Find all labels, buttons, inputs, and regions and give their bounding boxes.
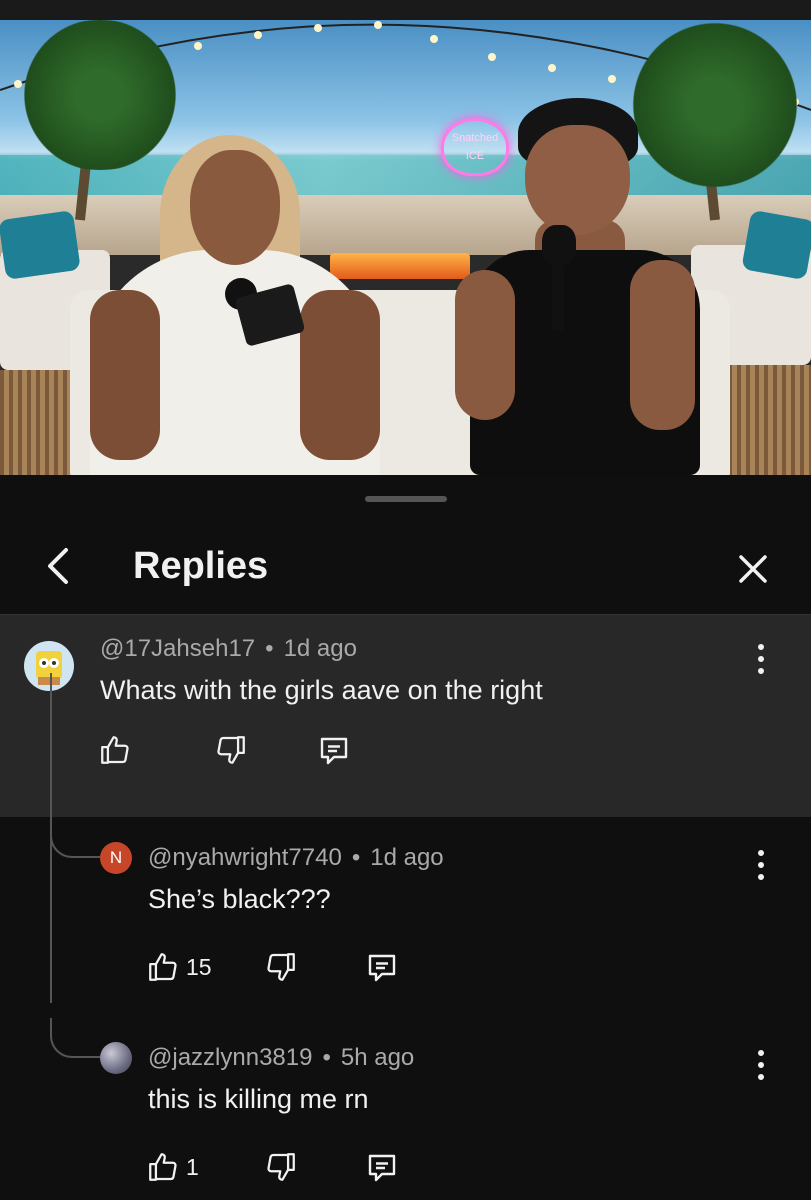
reply-button[interactable] <box>316 733 352 769</box>
more-options-button[interactable] <box>746 1045 776 1085</box>
avatar[interactable] <box>100 1042 132 1074</box>
host-right-face <box>525 125 630 235</box>
reply-button[interactable] <box>364 950 400 986</box>
reply-button[interactable] <box>364 1150 400 1186</box>
like-button[interactable]: 1 <box>146 1150 199 1184</box>
thumbs-up-icon <box>146 1150 180 1184</box>
more-options-button[interactable] <box>746 639 776 679</box>
dislike-button[interactable] <box>214 733 248 767</box>
host-right-arm <box>630 260 695 430</box>
back-chevron-icon <box>44 546 72 586</box>
teal-pillow <box>0 210 81 280</box>
dislike-button[interactable] <box>264 1150 298 1184</box>
more-options-button[interactable] <box>746 845 776 885</box>
comment-author[interactable]: @nyahwright7740 <box>148 844 342 871</box>
parent-comment: @17Jahseh17 • 1d ago Whats with the girls … <box>0 615 811 817</box>
more-vertical-icon <box>758 850 764 856</box>
like-count: 15 <box>186 953 212 980</box>
close-button[interactable] <box>730 546 776 592</box>
microphone-handle <box>552 260 564 330</box>
comment-meta: @17Jahseh17 • 1d ago <box>100 635 357 663</box>
replies-sheet: Replies @17Jahseh17 • 1d ago Whats with th… <box>0 478 811 1200</box>
avatar[interactable]: N <box>100 842 132 874</box>
comment-time: 5h ago <box>340 1044 415 1071</box>
close-icon <box>737 553 769 585</box>
top-status-strip <box>0 0 811 20</box>
thumbs-down-icon <box>264 1150 298 1184</box>
host-left-face <box>190 150 280 265</box>
drag-handle[interactable] <box>365 496 447 502</box>
more-vertical-icon <box>758 1050 764 1056</box>
host-right-arm <box>455 270 515 420</box>
host-left-arm <box>90 290 160 460</box>
teal-pillow <box>741 209 811 281</box>
comment-text: Whats with the girls aave on the right <box>100 675 543 705</box>
dislike-button[interactable] <box>264 950 298 984</box>
comment-meta: @jazzlynn3819 • 5h ago <box>148 1044 414 1072</box>
host-left-arm <box>300 290 380 460</box>
palm-tree-right <box>610 20 811 190</box>
like-button[interactable] <box>98 733 132 767</box>
comment-time: 1d ago <box>370 844 444 871</box>
comment-time: 1d ago <box>283 635 357 662</box>
thumbs-down-icon <box>264 950 298 984</box>
comment-text: this is killing me rn <box>148 1084 369 1114</box>
comment-author[interactable]: @jazzlynn3819 <box>148 1044 312 1071</box>
like-count: 1 <box>186 1153 199 1180</box>
thumbs-down-icon <box>214 733 248 767</box>
reply-icon <box>364 950 400 986</box>
like-button[interactable]: 15 <box>146 950 212 984</box>
reply-icon <box>316 733 352 769</box>
neon-heart-sign: Snatched ICE <box>441 118 509 176</box>
meta-separator: • <box>351 844 361 871</box>
fire-pit <box>330 253 470 279</box>
video-player[interactable]: Snatched ICE <box>0 20 811 475</box>
sheet-header: Replies <box>0 522 811 614</box>
sheet-title: Replies <box>133 545 269 587</box>
palm-tree-left <box>0 20 200 170</box>
back-button[interactable] <box>38 544 78 588</box>
reply-icon <box>364 1150 400 1186</box>
wicker-chair <box>0 370 70 475</box>
thread-branch <box>50 1018 100 1058</box>
microphone <box>542 225 576 265</box>
meta-separator: • <box>322 1044 331 1071</box>
thumbs-up-icon <box>98 733 132 767</box>
comment-meta: @nyahwright7740 • 1d ago <box>148 844 444 872</box>
more-vertical-icon <box>758 644 764 650</box>
thread-branch <box>50 818 100 858</box>
comment-text: She’s black??? <box>148 884 331 914</box>
avatar[interactable] <box>24 641 74 691</box>
meta-separator: • <box>265 635 274 662</box>
video-deck <box>0 195 811 255</box>
comment-author[interactable]: @17Jahseh17 <box>100 635 255 662</box>
thumbs-up-icon <box>146 950 180 984</box>
